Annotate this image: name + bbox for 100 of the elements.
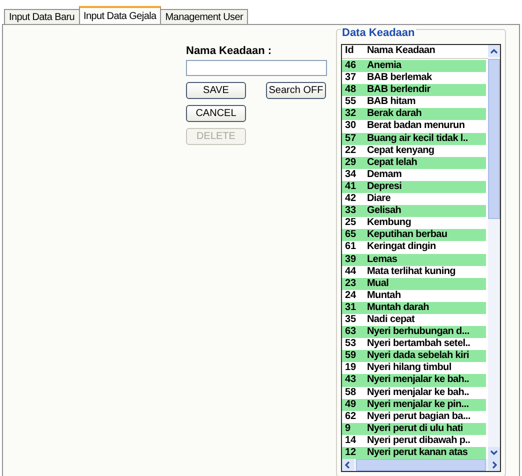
table-row[interactable]: 42 Diare (342, 193, 486, 206)
table-row[interactable]: 19 Nyeri hilang timbul (342, 362, 486, 374)
table-row[interactable]: 44 Mata terlihat kuning (342, 266, 486, 278)
table-row[interactable]: 48 BAB berlendir (342, 84, 486, 96)
scrollbar-thumb[interactable] (488, 59, 500, 219)
table-row[interactable]: 30 Berat badan menurun (342, 120, 486, 133)
table-cell-text: 57 (344, 132, 358, 145)
form-button[interactable]: CANCEL (186, 105, 246, 122)
table-row[interactable]: 49 Nyeri menjalar ke pin... (342, 398, 486, 411)
table-cell-text: BAB berlemak (366, 72, 433, 84)
table-row[interactable]: 29 Cepat lelah (342, 156, 486, 169)
table-cell-text: Diare (366, 193, 392, 206)
table-cell-text: 14 (344, 434, 358, 447)
table-cell-text: Nyeri perut dibawah p.. (366, 434, 472, 447)
table-cell-text: 49 (344, 398, 358, 411)
table-cell-text: Anemia (366, 60, 403, 72)
table-row[interactable]: 58 Nyeri menjalar ke bah.. (342, 386, 486, 399)
table-cell-text: Keringat dingin (366, 241, 437, 254)
table-cell-text: 22 (344, 144, 358, 157)
scroll-up-icon[interactable] (488, 45, 500, 57)
table-cell-text: 24 (344, 290, 358, 302)
tab[interactable]: Input Data Baru (4, 9, 80, 24)
table-cell-text: Cepat lelah (366, 156, 418, 169)
table-cell-text: BAB berlendir (366, 84, 432, 96)
table-row[interactable]: 12 Nyeri perut kanan atas (342, 447, 486, 460)
table-cell-text: Nyeri bertambah setel.. (366, 338, 472, 350)
scroll-down-icon[interactable] (488, 447, 500, 460)
table-row[interactable]: 23 Mual (342, 278, 486, 290)
table-cell-text: Muntah darah (366, 302, 430, 314)
tab[interactable]: Input Data Gejala (78, 6, 162, 24)
table-cell-text: Lemas (366, 254, 398, 266)
table-cell-text: Mata terlihat kuning (366, 266, 456, 278)
table-cell-text: Mual (366, 278, 390, 290)
table-cell-text: BAB hitam (366, 96, 416, 108)
scroll-left-icon[interactable] (342, 459, 354, 472)
table-cell-text: Nyeri perut bagian ba... (366, 410, 472, 423)
table-cell-text: 61 (344, 241, 358, 254)
table-cell-text: 55 (344, 96, 358, 108)
column-header[interactable]: Nama Keadaan (364, 45, 488, 58)
table-cell-text: 30 (344, 120, 358, 133)
table-cell-text: 44 (344, 266, 358, 278)
scrollbar-thumb[interactable] (356, 459, 486, 472)
table-row[interactable]: 33 Gelisah (342, 205, 486, 218)
table-cell-text: 37 (344, 72, 358, 84)
table-cell-text: Nyeri perut di ulu hati (366, 422, 464, 435)
table-cell-text: 58 (344, 386, 358, 399)
form-button[interactable]: SAVE (186, 82, 246, 99)
table-cell-text: 65 (344, 229, 358, 242)
form-button[interactable]: Search OFF (266, 82, 326, 99)
table-row[interactable]: 59 Nyeri dada sebelah kiri (342, 350, 486, 362)
table-cell-text: Nyeri hilang timbul (366, 362, 452, 374)
table-cell-text: Berak darah (366, 108, 423, 120)
table-cell-text: Berat badan menurun (366, 120, 466, 133)
vertical-scrollbar[interactable] (488, 45, 500, 460)
table-cell-text: 32 (344, 108, 358, 120)
table-row[interactable]: 9 Nyeri perut di ulu hati (342, 422, 486, 435)
table-cell-text: 42 (344, 193, 358, 206)
tab[interactable]: Management User (160, 9, 248, 24)
table-cell-text: 62 (344, 410, 358, 423)
column-header[interactable]: Id (342, 45, 364, 58)
table-row[interactable]: 37 BAB berlemak (342, 72, 486, 84)
input-field[interactable] (186, 60, 327, 76)
table-cell-text: Kembung (366, 217, 412, 230)
table-cell-text: Nyeri berhubungan d... (366, 326, 470, 338)
table-row[interactable]: 55 BAB hitam (342, 96, 486, 108)
table-cell-text: Nyeri dada sebelah kiri (366, 350, 470, 362)
table-row[interactable]: 35 Nadi cepat (342, 314, 486, 326)
group-title: Data Keadaan (341, 27, 416, 39)
table-cell-text: Nyeri menjalar ke bah.. (366, 386, 470, 399)
table-row[interactable]: 31 Muntah darah (342, 302, 486, 314)
scroll-right-icon[interactable] (488, 459, 500, 472)
table-row[interactable]: 62 Nyeri perut bagian ba... (342, 410, 486, 423)
table-cell-text: Nadi cepat (366, 314, 416, 326)
table-row[interactable]: 43 Nyeri menjalar ke bah.. (342, 374, 486, 387)
table-cell-text: 34 (344, 168, 358, 181)
table-row[interactable]: 14 Nyeri perut dibawah p.. (342, 434, 486, 447)
table-cell-text: 9 (344, 422, 352, 435)
table-row[interactable]: 24 Muntah (342, 290, 486, 302)
table-row[interactable]: 39 Lemas (342, 254, 486, 266)
table-row[interactable]: 61 Keringat dingin (342, 241, 486, 254)
table-row[interactable]: 53 Nyeri bertambah setel.. (342, 338, 486, 350)
table-cell-text: Buang air kecil tidak l.. (366, 132, 469, 145)
table-cell-text: 33 (344, 205, 358, 218)
table-row[interactable]: 34 Demam (342, 168, 486, 181)
table-cell-text: 53 (344, 338, 358, 350)
table-cell-text: 43 (344, 374, 358, 387)
table-cell-text: Demam (366, 168, 403, 181)
table-cell-text: 12 (344, 447, 358, 460)
table-row[interactable]: 65 Keputihan berbau (342, 229, 486, 242)
table-row[interactable]: 41 Depresi (342, 180, 486, 194)
table-row[interactable]: 25 Kembung (342, 217, 486, 230)
table-cell-text: 25 (344, 217, 358, 230)
table-cell-text: Keputihan berbau (366, 229, 448, 242)
horizontal-scrollbar[interactable] (342, 459, 500, 472)
table-row[interactable]: 63 Nyeri berhubungan d... (342, 326, 486, 338)
table-row[interactable]: 32 Berak darah (342, 108, 486, 120)
table-cell-text: 63 (344, 326, 358, 338)
table-row[interactable]: 22 Cepat kenyang (342, 144, 486, 157)
table-row[interactable]: 46 Anemia (342, 60, 486, 72)
table-row[interactable]: 57 Buang air kecil tidak l.. (342, 132, 486, 145)
